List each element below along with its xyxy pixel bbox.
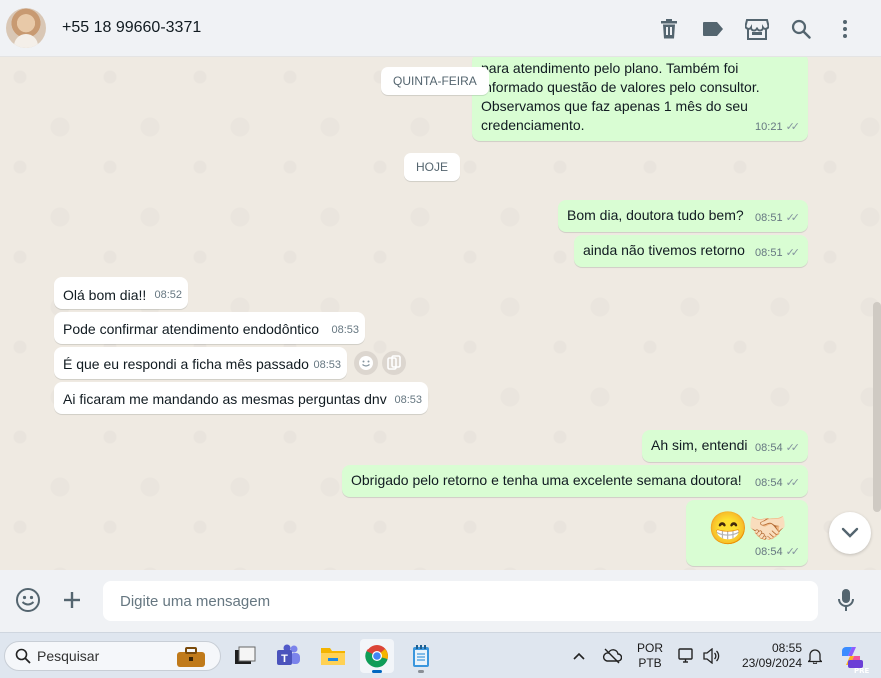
message-bubble-partial[interactable]: para atendimento pelo plano. Também foi … xyxy=(472,57,808,141)
emoji-icon[interactable] xyxy=(12,584,44,616)
message-text: Ai ficaram me mandando as mesmas pergunt… xyxy=(63,391,387,407)
message-text: Bom dia, doutora tudo bem? xyxy=(567,207,744,223)
search-icon[interactable] xyxy=(779,7,823,51)
message-time: 08:53 xyxy=(313,359,341,371)
file-explorer-icon[interactable] xyxy=(316,639,350,673)
svg-text:T: T xyxy=(281,653,288,665)
message-text: É que eu respondi a ficha mês passado xyxy=(63,356,309,372)
clock-time: 08:55 xyxy=(771,641,802,655)
message-time: 08:53 xyxy=(331,324,359,336)
message-bubble[interactable]: Obrigado pelo retorno e tenha uma excele… xyxy=(342,465,808,497)
message-line: informado questão de valores pelo consul… xyxy=(481,79,760,95)
copilot-icon[interactable]: PRE xyxy=(834,639,870,675)
label-icon[interactable] xyxy=(691,7,735,51)
emoji-message: 😁🤝🏻 xyxy=(708,510,788,546)
store-icon[interactable] xyxy=(735,7,779,51)
react-emoji-button[interactable] xyxy=(354,351,378,375)
chat-header: +55 18 99660-3371 xyxy=(0,0,881,57)
contact-avatar[interactable] xyxy=(6,8,46,48)
taskbar-search[interactable]: Pesquisar xyxy=(4,641,221,671)
message-text: Olá bom dia!! xyxy=(63,287,147,303)
chat-scrollbar[interactable] xyxy=(873,302,881,512)
message-time: 08:53 xyxy=(394,394,422,406)
message-bubble[interactable]: Pode confirmar atendimento endodôntico 0… xyxy=(54,312,365,344)
work-bag-icon xyxy=(177,647,205,667)
active-app-indicator xyxy=(372,670,382,673)
copy-icon xyxy=(387,355,401,370)
chat-area[interactable]: para atendimento pelo plano. Também foi … xyxy=(0,57,881,570)
forward-copy-button[interactable] xyxy=(382,351,406,375)
message-bubble-emoji[interactable]: 😁🤝🏻 08:54 ✓✓ xyxy=(686,500,808,566)
message-input-placeholder: Digite uma mensagem xyxy=(120,592,271,610)
copilot-badge: PRE xyxy=(854,667,870,675)
message-time: 08:54 ✓✓ xyxy=(755,543,800,562)
message-text: Pode confirmar atendimento endodôntico xyxy=(63,321,320,337)
read-check-icon: ✓✓ xyxy=(785,477,801,489)
message-time: 08:51 ✓✓ xyxy=(755,244,800,263)
read-check-icon: ✓✓ xyxy=(785,546,801,558)
search-icon xyxy=(15,648,31,664)
clock[interactable]: 08:55 23/09/2024 xyxy=(734,641,802,671)
input-language[interactable]: POR PTB xyxy=(632,641,668,671)
plus-icon[interactable] xyxy=(56,584,88,616)
message-bubble[interactable]: Ah sim, entendi 08:54 ✓✓ xyxy=(642,430,808,462)
message-bubble[interactable]: Bom dia, doutora tudo bem? 08:51 ✓✓ xyxy=(558,200,808,232)
keyboard-layout: PTB xyxy=(638,656,662,670)
smiley-icon xyxy=(359,356,373,370)
teams-icon[interactable]: T xyxy=(272,639,306,673)
delete-icon[interactable] xyxy=(647,7,691,51)
tray-expand-icon[interactable] xyxy=(565,639,593,673)
read-check-icon: ✓✓ xyxy=(785,442,801,454)
clock-date: 23/09/2024 xyxy=(741,656,802,670)
message-time: 08:51 ✓✓ xyxy=(755,209,800,228)
scroll-down-button[interactable] xyxy=(829,512,871,554)
message-time: 10:21 ✓✓ xyxy=(755,118,800,137)
notification-bell-icon[interactable] xyxy=(804,639,826,673)
desktop-icon[interactable] xyxy=(227,639,261,673)
date-pill-thursday: QUINTA-FEIRA xyxy=(381,67,489,95)
chrome-icon[interactable] xyxy=(360,639,394,673)
chevron-down-icon xyxy=(841,527,859,538)
message-text: Obrigado pelo retorno e tenha uma excele… xyxy=(351,472,742,488)
read-check-icon: ✓✓ xyxy=(785,121,801,133)
cloud-offline-icon[interactable] xyxy=(598,639,626,673)
message-text: Ah sim, entendi xyxy=(651,437,748,453)
message-line: para atendimento pelo plano. Também foi xyxy=(481,60,739,76)
taskbar-search-label: Pesquisar xyxy=(37,648,100,664)
message-bubble[interactable]: ainda não tivemos retorno 08:51 ✓✓ xyxy=(574,235,808,267)
message-time: 08:54 ✓✓ xyxy=(755,474,800,493)
date-pill-today: HOJE xyxy=(404,153,461,181)
message-composer: Digite uma mensagem xyxy=(0,570,881,632)
microphone-icon[interactable] xyxy=(830,584,862,616)
message-line: credenciamento. xyxy=(481,117,585,133)
message-bubble[interactable]: É que eu respondi a ficha mês passado 08… xyxy=(54,347,347,379)
message-time: 08:52 xyxy=(154,289,182,301)
running-app-indicator xyxy=(418,670,424,673)
network-icon[interactable] xyxy=(675,639,697,673)
read-check-icon: ✓✓ xyxy=(785,212,801,224)
message-time: 08:54 ✓✓ xyxy=(755,439,800,458)
message-bubble[interactable]: Olá bom dia!! 08:52 xyxy=(54,277,188,309)
notepad-icon[interactable] xyxy=(404,639,438,673)
language-code: POR xyxy=(636,641,663,655)
volume-icon[interactable] xyxy=(700,639,722,673)
read-check-icon: ✓✓ xyxy=(785,247,801,259)
menu-icon[interactable] xyxy=(823,7,867,51)
message-text: ainda não tivemos retorno xyxy=(583,242,745,258)
header-actions xyxy=(647,0,867,57)
message-input[interactable]: Digite uma mensagem xyxy=(103,581,818,621)
windows-taskbar: Pesquisar T POR PTB 08:55 23/09/2024 PRE xyxy=(0,632,881,678)
contact-name[interactable]: +55 18 99660-3371 xyxy=(62,19,201,37)
message-bubble[interactable]: Ai ficaram me mandando as mesmas pergunt… xyxy=(54,382,428,414)
message-line: Observamos que faz apenas 1 mês do seu xyxy=(481,98,748,114)
